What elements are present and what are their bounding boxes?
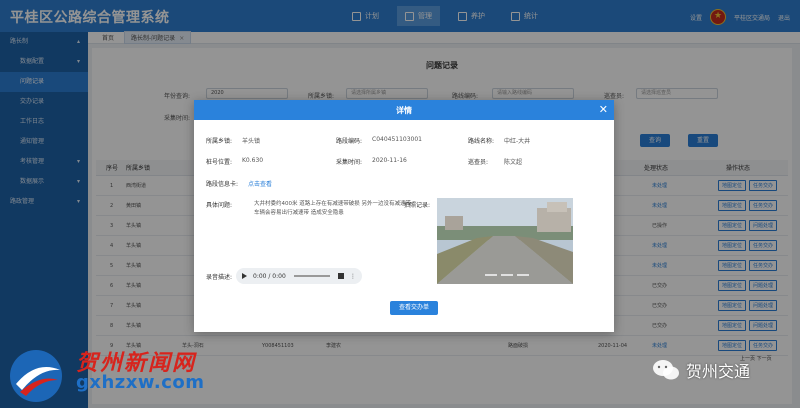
segment-code-value: C040451103001 <box>372 136 422 143</box>
inspector-value: 陈文超 <box>504 159 523 166</box>
watermark-news-url: gxhzxw.com <box>76 372 205 393</box>
road-photo-image <box>437 198 573 284</box>
route-name-value: 中红-大井 <box>504 138 531 145</box>
pile-label: 桩号位置: <box>206 159 233 166</box>
site-photo[interactable] <box>437 198 573 284</box>
wechat-icon <box>653 360 679 380</box>
close-icon[interactable]: ✕ <box>599 103 608 116</box>
problem-text: 大井村委约400米 道路上存在有减速带破损 另外一边没有减速带 车辆会容易出行减… <box>254 201 411 216</box>
problem-label: 具体问题: <box>206 202 233 209</box>
route-name-label: 路线名称: <box>468 138 495 145</box>
town-value: 羊头镇 <box>242 138 261 145</box>
audio-seek-bar[interactable] <box>293 275 330 277</box>
pile-value: K0.630 <box>242 157 264 164</box>
town-label: 所属乡镇: <box>206 138 233 145</box>
watermark-account-name: 贺州交通 <box>686 362 751 381</box>
modal-title: 详情 <box>396 106 412 115</box>
view-assignment-button[interactable]: 查看交办单 <box>390 301 438 315</box>
wechat-watermark: 贺州交通 <box>652 358 750 382</box>
view-card-link[interactable]: 点击查看 <box>248 179 272 188</box>
collect-time-label: 采集时间: <box>336 159 363 166</box>
collect-time-value: 2020-11-16 <box>372 157 407 164</box>
modal-header: 详情 ✕ <box>194 100 614 120</box>
volume-icon[interactable] <box>338 273 344 279</box>
inspector-label: 巡查员: <box>468 159 489 166</box>
more-icon[interactable]: ⋮ <box>350 273 356 280</box>
audio-time: 0:00 / 0:00 <box>253 272 286 280</box>
segment-card-label: 路段信息卡: <box>206 181 239 188</box>
photo-label: 拍照记录: <box>404 202 431 209</box>
play-icon[interactable] <box>242 273 247 279</box>
audio-player[interactable]: 0:00 / 0:00 ⋮ <box>236 268 362 284</box>
segment-code-label: 路段编码: <box>336 138 363 145</box>
detail-modal: 详情 ✕ 所属乡镇: 羊头镇 路段编码: C040451103001 路线名称:… <box>194 100 614 332</box>
audio-label: 录音描述: <box>206 274 233 281</box>
